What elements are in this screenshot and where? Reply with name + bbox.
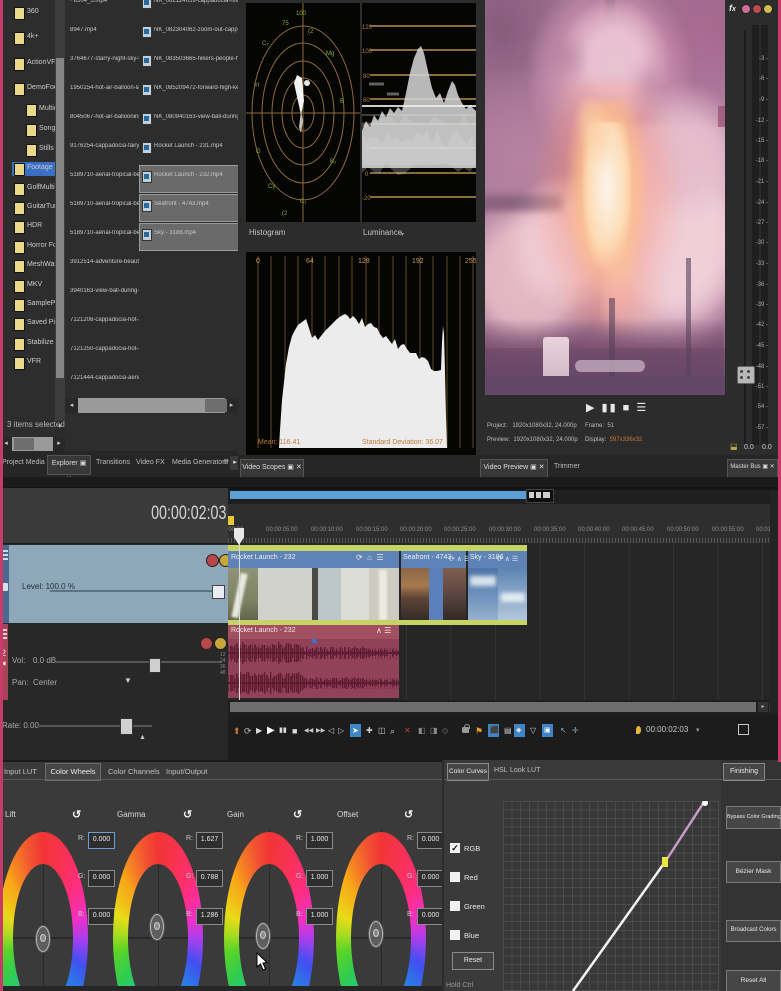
svg-text:60: 60	[363, 98, 370, 104]
svg-text:C₁: C₁	[300, 199, 306, 205]
svg-text:B₂: B₂	[330, 159, 337, 165]
svg-text:Mg: Mg	[326, 51, 334, 57]
svg-text:Yl: Yl	[254, 83, 259, 89]
svg-text:64: 64	[306, 258, 314, 265]
svg-text:G: G	[256, 149, 261, 155]
svg-text:B: B	[340, 99, 344, 105]
svg-text:75: 75	[282, 21, 289, 27]
svg-text:Cy: Cy	[268, 184, 275, 190]
svg-text:255: 255	[465, 258, 476, 265]
svg-text:0: 0	[365, 172, 369, 178]
svg-text:C₂: C₂	[262, 41, 269, 47]
svg-text:(2: (2	[308, 29, 314, 35]
svg-text:Mean: 116.41: Mean: 116.41	[258, 439, 300, 446]
svg-text:100: 100	[296, 11, 307, 17]
svg-text:120: 120	[362, 25, 373, 31]
svg-text:100: 100	[362, 49, 373, 55]
svg-text:Standard Deviation: 36.07: Standard Deviation: 36.07	[362, 439, 443, 446]
svg-text:-20: -20	[362, 196, 371, 202]
svg-text:128: 128	[358, 258, 370, 265]
svg-text:0: 0	[256, 258, 260, 265]
svg-text:(2: (2	[282, 211, 288, 217]
svg-text:192: 192	[412, 258, 424, 265]
svg-text:80: 80	[363, 74, 370, 80]
